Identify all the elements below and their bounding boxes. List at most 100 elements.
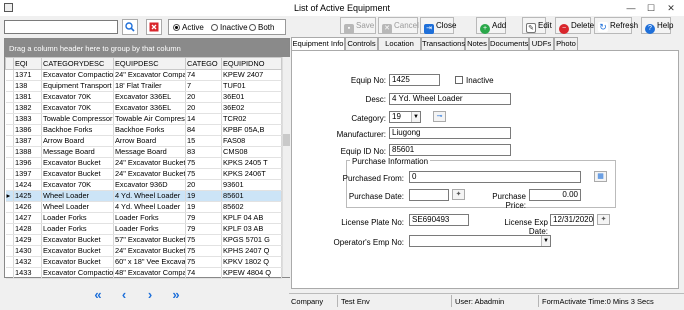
table-row[interactable]: 1430 Excavator Bucket 24" Excavator Bucket… — [5, 245, 282, 257]
minimize-button[interactable]: — — [622, 2, 640, 14]
help-button[interactable]: ? Help — [641, 17, 673, 34]
table-row[interactable]: 1432 Excavator Bucket 60" x 18" Vee Excava… — [5, 256, 282, 268]
tab-notes[interactable]: Notes — [465, 37, 489, 50]
cell-categorydesc: Excavator Compaction — [41, 69, 114, 81]
table-row[interactable]: 1424 Excavator 70K Excavator 936D 20 93601 — [5, 179, 282, 191]
col-header-categorydesc[interactable]: CATEGORYDESC — [41, 57, 114, 70]
purchase-date-picker[interactable]: ✦ — [452, 189, 465, 200]
cell-equipdesc: Backhoe Forks — [113, 124, 186, 136]
chevron-down-icon: ▼ — [541, 236, 550, 246]
license-exp-picker[interactable]: ✦ — [597, 214, 610, 225]
clear-search-button[interactable] — [146, 19, 162, 35]
add-button[interactable]: + Add — [476, 17, 506, 34]
desc-label: Desc: — [365, 95, 386, 104]
table-row[interactable]: 1388 Message Board Message Board 83 CMS08 — [5, 146, 282, 158]
purchase-price-field[interactable]: 0.00 — [529, 189, 581, 201]
grid-scroll-thumb[interactable] — [283, 134, 290, 146]
edit-button[interactable]: ✎ Edit — [522, 17, 552, 34]
table-row[interactable]: 1371 Excavator Compaction 24" Excavator Co… — [5, 69, 282, 81]
maximize-button[interactable]: ☐ — [642, 2, 660, 14]
operator-select[interactable]: ▼ — [409, 235, 551, 247]
save-button[interactable]: ▪ Save — [340, 17, 376, 34]
cell-catego: 79 — [185, 223, 222, 235]
clear-icon — [149, 22, 159, 32]
radio-active[interactable]: Active — [173, 23, 204, 32]
equip-no-field[interactable]: 1425 — [389, 74, 440, 86]
cell-categorydesc: Loader Forks — [41, 223, 114, 235]
table-row[interactable]: 1429 Excavator Bucket 57" Excavator Bucket… — [5, 234, 282, 246]
cell-equipdesc: Excavator 936D — [113, 179, 186, 191]
first-page-button[interactable]: « — [90, 288, 106, 303]
close-window-button[interactable]: ✕ — [662, 2, 680, 14]
row-indicator — [5, 234, 14, 246]
table-row[interactable]: 1382 Excavator 70K Excavator 336EL 20 36E02 — [5, 102, 282, 114]
vendor-lookup-button[interactable]: ▦ — [594, 171, 607, 182]
table-row[interactable]: 1387 Arrow Board Arrow Board 15 FAS08 — [5, 135, 282, 147]
row-indicator — [5, 245, 14, 257]
table-row[interactable]: 138 Equipment Transport 18' Flat Trailer 7 T… — [5, 80, 282, 92]
status-activate-time: FormActivate Time:0 Mins 3 Secs — [542, 297, 654, 306]
close-button[interactable]: ⇥ Close — [420, 17, 456, 34]
table-row[interactable]: 1397 Excavator Bucket 24" Excavator Bucket… — [5, 168, 282, 180]
license-plate-field[interactable]: SE690493 — [409, 214, 469, 226]
operator-label: Operator's Emp No: — [333, 238, 404, 247]
cell-equipidno: KPKS 2405 T — [221, 157, 282, 169]
tab-location-info[interactable]: Location Info — [378, 37, 421, 60]
tab-photo[interactable]: Photo — [554, 37, 578, 50]
tab-equipment-info[interactable]: Equipment Info — [291, 37, 345, 51]
table-row[interactable]: 1383 Towable Compressor Towable Air Compre… — [5, 113, 282, 125]
tab-controls[interactable]: Controls — [345, 37, 378, 50]
cell-equipidno: KPBF 05A,B — [221, 124, 282, 136]
radio-both[interactable]: Both — [249, 23, 274, 32]
equip-id-field[interactable]: 85601 — [389, 144, 511, 156]
row-indicator — [5, 157, 14, 169]
license-exp-field[interactable]: 12/31/2020 — [550, 214, 594, 226]
search-input[interactable] — [4, 20, 118, 34]
inactive-checkbox[interactable] — [455, 76, 463, 84]
radio-both-dot — [249, 24, 256, 31]
table-row[interactable]: 1381 Excavator 70K Excavator 336EL 20 36E01 — [5, 91, 282, 103]
radio-inactive[interactable]: Inactive — [211, 23, 248, 32]
tab-documents[interactable]: Documents — [489, 37, 529, 50]
next-page-button[interactable]: › — [142, 288, 158, 303]
row-indicator — [5, 102, 14, 114]
radio-active-dot — [173, 24, 180, 31]
category-lookup-button[interactable]: ⊸ — [433, 111, 446, 122]
add-icon: + — [480, 24, 490, 34]
col-header-eqi[interactable]: EQI — [13, 57, 42, 70]
delete-button[interactable]: − Delete — [555, 17, 594, 34]
category-select[interactable]: 19 ▼ — [389, 111, 421, 123]
cancel-button[interactable]: ✕ Cancel — [378, 17, 419, 34]
col-header-catego[interactable]: CATEGO — [185, 57, 222, 70]
prev-page-button[interactable]: ‹ — [116, 288, 132, 303]
table-row[interactable]: 1427 Loader Forks Loader Forks 79 KPLF 04 AB — [5, 212, 282, 224]
tab-transactions[interactable]: Transactions — [421, 37, 465, 50]
cell-eqi: 1432 — [13, 256, 42, 268]
table-row[interactable]: 1433 Excavator Compaction 48" Excavator Co… — [5, 267, 282, 279]
grid-scrollbar[interactable] — [282, 57, 290, 277]
refresh-button[interactable]: ↻ Refresh — [594, 17, 638, 34]
desc-field[interactable]: 4 Yd. Wheel Loader — [389, 93, 511, 105]
radio-both-label: Both — [258, 23, 275, 32]
table-row[interactable]: 1428 Loader Forks Loader Forks 79 KPLF 03 AB — [5, 223, 282, 235]
tab-udfs[interactable]: UDFs — [529, 37, 554, 50]
cell-eqi: 1386 — [13, 124, 42, 136]
group-by-panel[interactable]: Drag a column header here to group by th… — [5, 39, 289, 57]
manufacturer-field[interactable]: Liugong — [389, 127, 511, 139]
search-button[interactable] — [122, 19, 138, 35]
status-company: Company — [291, 297, 324, 306]
table-row[interactable]: 1386 Backhoe Forks Backhoe Forks 84 KPBF 05A… — [5, 124, 282, 136]
purchase-date-field[interactable] — [409, 189, 449, 201]
last-page-button[interactable]: » — [168, 288, 184, 303]
cell-categorydesc: Excavator Bucket — [41, 157, 114, 169]
purchased-from-field[interactable]: 0 — [409, 171, 581, 183]
cell-eqi: 1371 — [13, 69, 42, 81]
col-header-equipdesc[interactable]: EQUIPDESC — [113, 57, 186, 70]
table-row[interactable]: 1396 Excavator Bucket 24" Excavator Bucket… — [5, 157, 282, 169]
table-row[interactable]: 1426 Wheel Loader 4 Yd. Wheel Loader 19 8560… — [5, 201, 282, 213]
col-header-equipidno[interactable]: EQUIPIDNO — [221, 57, 282, 70]
table-row[interactable]: ▸ 1425 Wheel Loader 4 Yd. Wheel Loader 19 856… — [5, 190, 282, 202]
cell-categorydesc: Wheel Loader — [41, 190, 114, 202]
row-indicator: ▸ — [5, 190, 14, 202]
row-indicator — [5, 146, 14, 158]
